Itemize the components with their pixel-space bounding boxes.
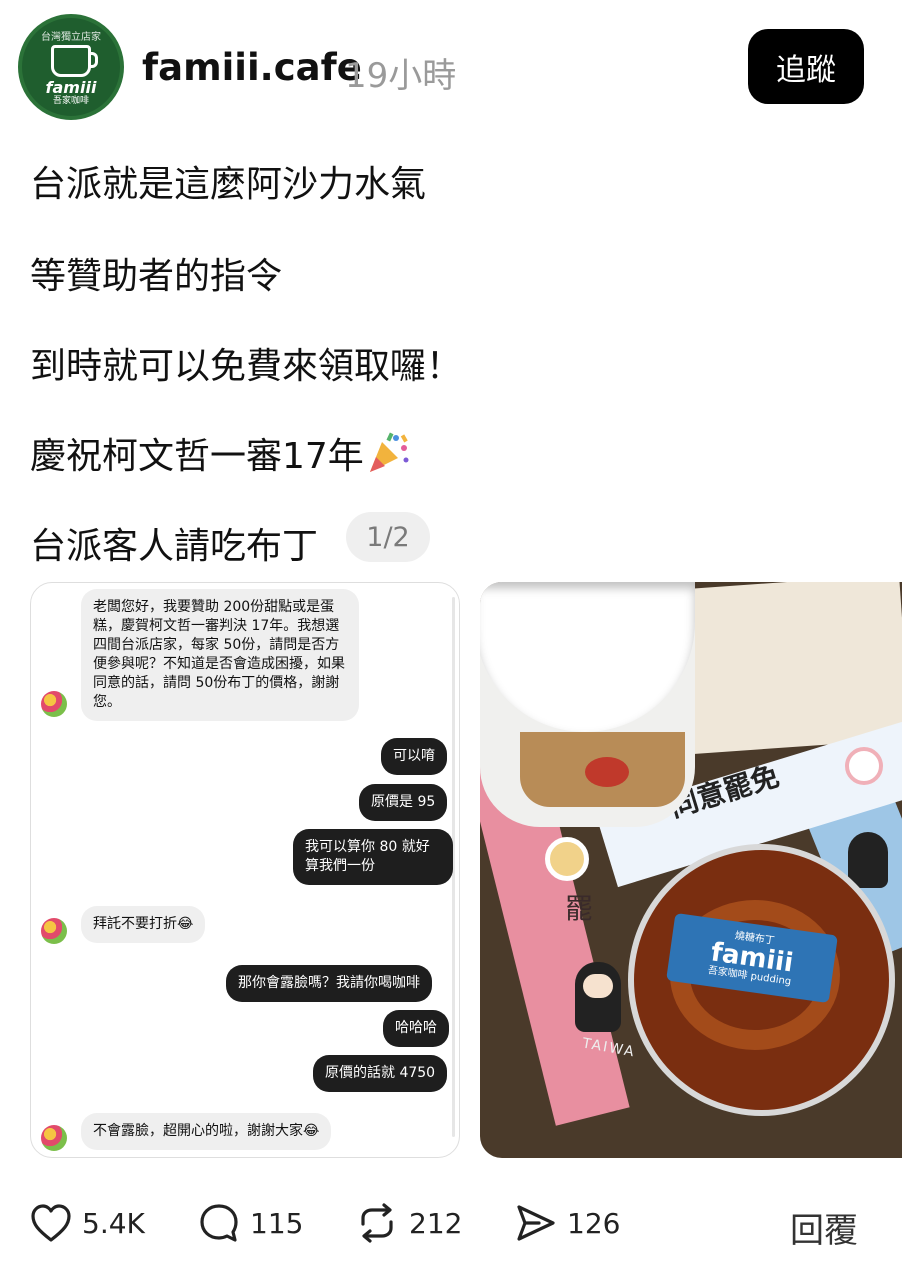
character-sticker [848, 832, 888, 888]
chat-message: 老闆您好，我要贊助 200份甜點或是蛋糕，慶賀柯文哲一審判決 17年。我想選四間… [81, 589, 359, 721]
send-icon [517, 1205, 555, 1241]
avatar-sub: 吾家咖啡 [52, 96, 89, 106]
image-page-indicator: 1/2 [346, 512, 430, 562]
chat-message: 拜託不要打折😂 [81, 906, 206, 943]
heart-icon [31, 1204, 71, 1242]
sender-avatar [41, 1125, 67, 1151]
like-button[interactable]: 5.4K [30, 1198, 145, 1248]
menu-paper [669, 582, 902, 755]
sender-avatar [41, 691, 67, 717]
post-line-4-wrap: 慶祝柯文哲一審17年 [30, 427, 410, 483]
avatar[interactable]: 台灣獨立店家 famiii 吾家咖啡 [18, 14, 124, 120]
avatar-ring-text: 台灣獨立店家 [41, 32, 101, 43]
chat-message: 不會露臉，超開心的啦，謝謝大家😂 [81, 1113, 332, 1150]
post-time: 19小時 [345, 56, 457, 96]
post-line-5: 台派客人請吃布丁 [30, 526, 319, 567]
pudding-photo-image[interactable]: 同意罷免 罷 TAIWA 燒糖布丁 famiii 吾家咖啡 pudding [480, 582, 902, 1158]
chat-message: 可以唷 [381, 738, 447, 775]
character-face [583, 974, 613, 998]
follow-button[interactable]: 追蹤 [748, 29, 864, 104]
post-line-2: 等贊助者的指令 [30, 256, 283, 297]
chat-message: 原價的話就 4750 [313, 1055, 448, 1092]
username[interactable]: famiii.cafe [142, 46, 362, 89]
repost-icon [361, 1203, 393, 1243]
chat-message: 那你會露臉嗎？我請你喝咖啡 [226, 965, 432, 1002]
share-button[interactable]: 126 [515, 1198, 620, 1248]
repost-button[interactable]: 212 [355, 1198, 462, 1248]
cup-logo [585, 757, 629, 787]
post-line-3: 到時就可以免費來領取囉！ [30, 346, 463, 387]
repost-count: 212 [409, 1206, 463, 1240]
comment-count: 115 [250, 1206, 304, 1240]
post-line-1: 台派就是這麼阿沙力水氣 [30, 164, 427, 205]
chat-message: 哈哈哈 [383, 1010, 449, 1047]
party-popper-icon [366, 430, 410, 483]
comment-button[interactable]: 115 [198, 1198, 303, 1248]
share-count: 126 [567, 1206, 621, 1240]
like-count: 5.4K [82, 1206, 145, 1240]
comment-bubble-icon [200, 1204, 238, 1242]
chat-message: 原價是 95 [359, 784, 448, 821]
post-line-4: 慶祝柯文哲一審17年 [30, 436, 364, 477]
reply-button[interactable]: 回覆 [790, 1203, 858, 1252]
sender-avatar [41, 918, 67, 944]
flower-sticker [545, 837, 589, 881]
avatar-brand: famiii [45, 78, 97, 97]
chat-screenshot-image[interactable]: 老闆您好，我要贊助 200份甜點或是蛋糕，慶賀柯文哲一審判決 17年。我想選四間… [30, 582, 460, 1158]
flower-sticker [845, 747, 883, 785]
pink-ribbon-text: 罷 [565, 892, 594, 925]
chat-message: 我可以算你 80 就好算我們一份 [293, 829, 453, 885]
coffee-cup-icon [51, 45, 98, 77]
